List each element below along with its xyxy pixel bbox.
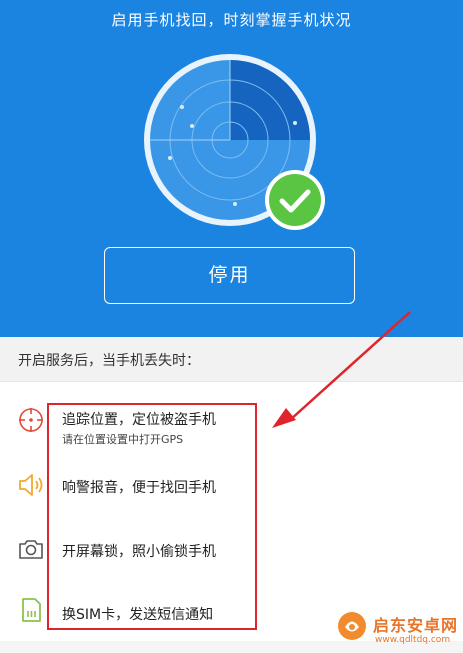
hero-title: 启用手机找回，时刻掌握手机状况 bbox=[111, 11, 352, 29]
stop-button[interactable]: 停用 bbox=[104, 247, 355, 304]
camera-icon bbox=[19, 540, 43, 559]
check-circle-icon bbox=[265, 170, 325, 230]
section-header: 开启服务后，当手机丢失时： bbox=[0, 337, 463, 382]
watermark-url: www.qdltdq.com bbox=[375, 635, 451, 645]
highlight-box bbox=[47, 403, 257, 630]
watermark-name: 启东安卓网 bbox=[373, 616, 459, 635]
watermark: 启东安卓网 www.qdltdq.com bbox=[329, 604, 463, 653]
watermark-logo-icon bbox=[338, 612, 366, 640]
hero-panel: 启用手机找回，时刻掌握手机状况 停用 bbox=[0, 0, 463, 337]
crosshair-icon bbox=[19, 408, 43, 432]
sim-card-icon bbox=[22, 598, 41, 622]
section-header-label: 开启服务后，当手机丢失时： bbox=[18, 353, 200, 369]
speaker-icon bbox=[19, 474, 43, 496]
